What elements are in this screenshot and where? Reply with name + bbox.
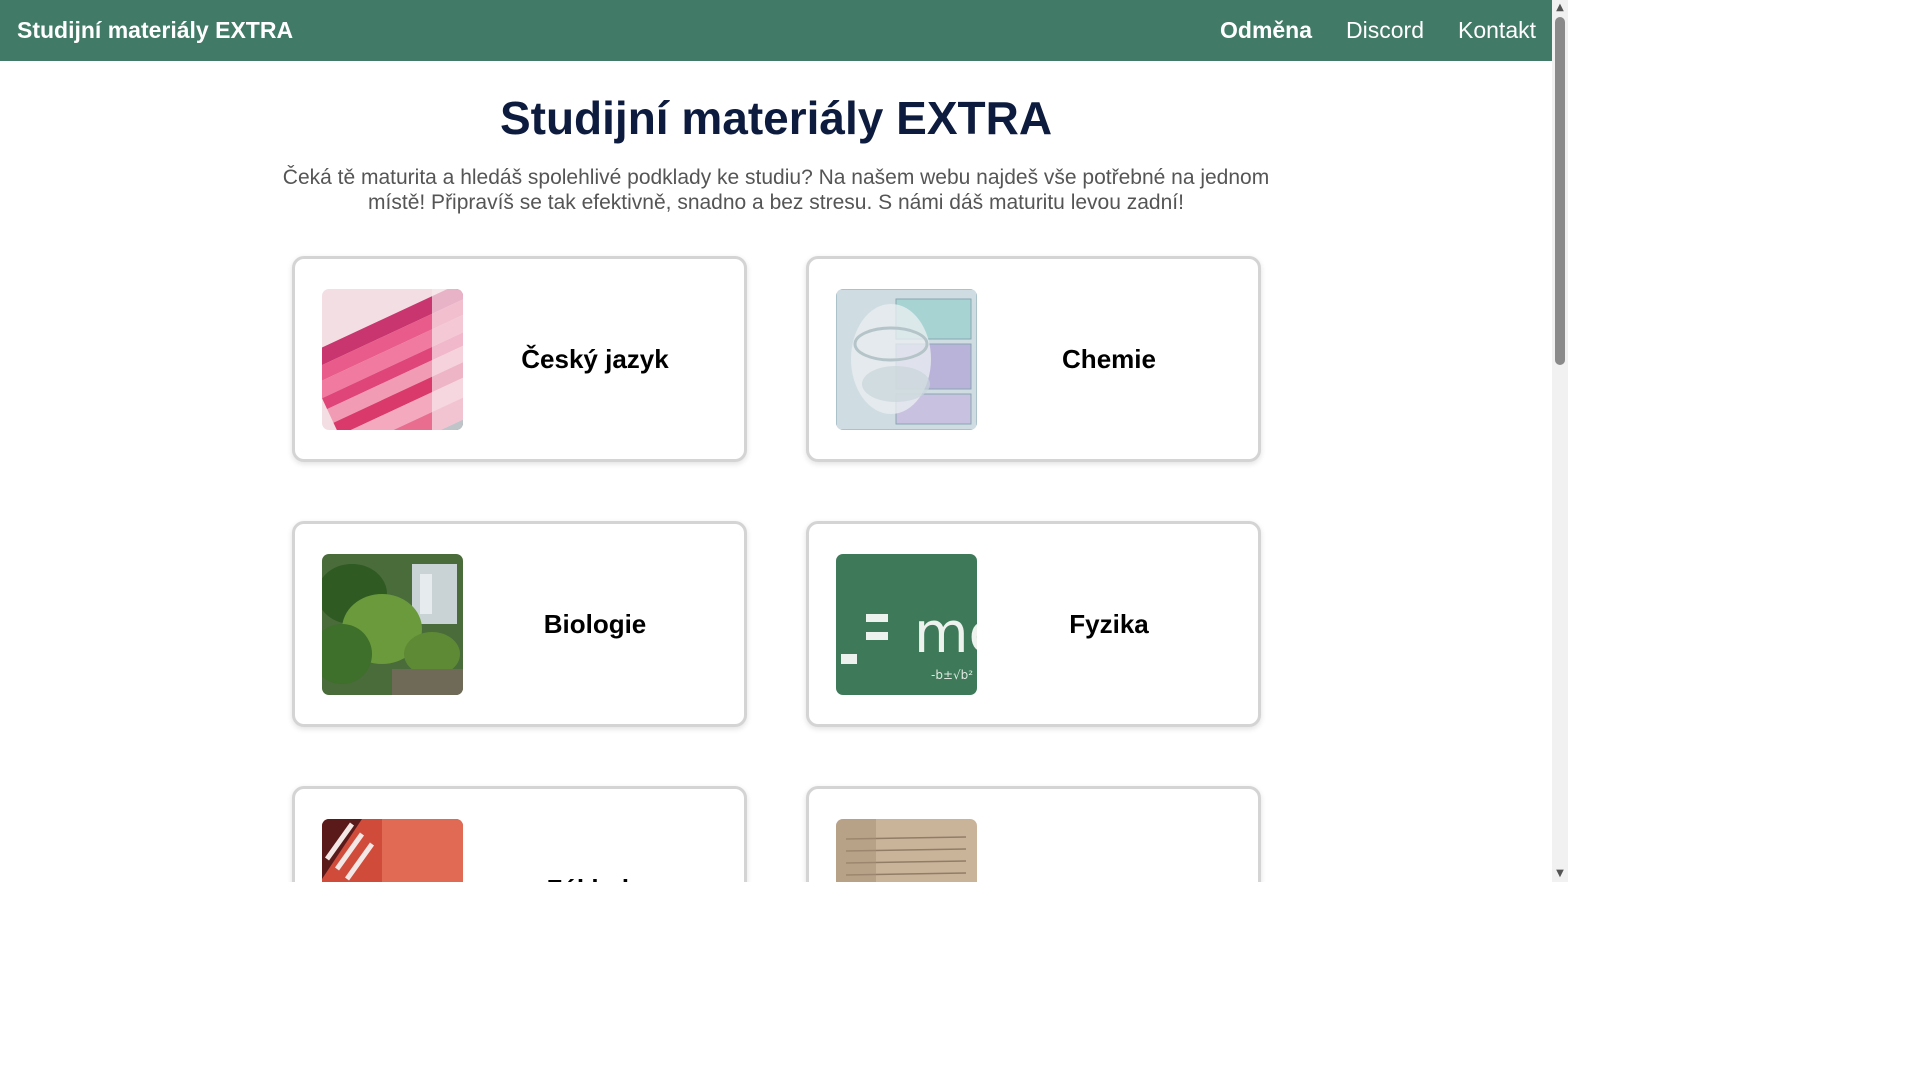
- nav-link-kontakt[interactable]: Kontakt: [1458, 17, 1536, 44]
- subject-card-cesky-jazyk[interactable]: Český jazyk: [292, 256, 747, 462]
- subject-title: Biologie: [543, 609, 647, 639]
- subject-card-biologie[interactable]: Biologie: [292, 521, 747, 727]
- scroll-up-arrow-icon[interactable]: ▲: [1552, 0, 1568, 16]
- brand-link[interactable]: Studijní materiály EXTRA: [17, 17, 293, 44]
- subject-grid: Český jazyk Chemie Biologie m -b±√b² Fyz…: [292, 256, 1261, 882]
- subject-card-fyzika[interactable]: mc -b±√b² Fyzika: [806, 521, 1261, 727]
- subject-title: Chemie: [1062, 344, 1156, 374]
- nav-link-odmena[interactable]: Odměna: [1220, 17, 1312, 44]
- scroll-down-arrow-icon[interactable]: ▼: [1552, 866, 1568, 882]
- intro-text: Čeká tě maturita a hledáš spolehlivé pod…: [282, 166, 1270, 214]
- subject-card-chemie[interactable]: Chemie: [806, 256, 1261, 462]
- scroll-thumb[interactable]: [1555, 17, 1565, 365]
- periodic-table-beaker-image: [836, 288, 977, 430]
- navbar: Studijní materiály EXTRA Odměna Discord …: [0, 0, 1552, 61]
- old-paper-image: [836, 818, 977, 882]
- nav-link-discord[interactable]: Discord: [1346, 17, 1424, 44]
- chalkboard-emc2-image: mc -b±√b²: [836, 553, 977, 695]
- svg-text:mc: mc: [914, 601, 977, 666]
- subject-title: Fyzika: [1069, 609, 1149, 639]
- page-title: Studijní materiály EXTRA: [499, 92, 1053, 144]
- main-content: Studijní materiály EXTRA Čeká tě maturit…: [0, 61, 1552, 882]
- subject-title: Základy: [463, 874, 717, 882]
- subject-card-zaklady[interactable]: Základy: [292, 786, 747, 882]
- vertical-scrollbar[interactable]: ▲ ▼: [1552, 0, 1568, 882]
- page: Studijní materiály EXTRA Odměna Discord …: [0, 0, 1568, 882]
- subject-title: Český jazyk: [521, 344, 669, 374]
- greenhouse-plants-image: [322, 553, 463, 695]
- nav-links: Odměna Discord Kontakt: [1186, 17, 1536, 44]
- subject-card-6[interactable]: [806, 786, 1261, 882]
- pink-books-image: [322, 288, 463, 430]
- red-book-image: [322, 818, 463, 882]
- svg-text:-b±√b²: -b±√b²: [931, 668, 973, 682]
